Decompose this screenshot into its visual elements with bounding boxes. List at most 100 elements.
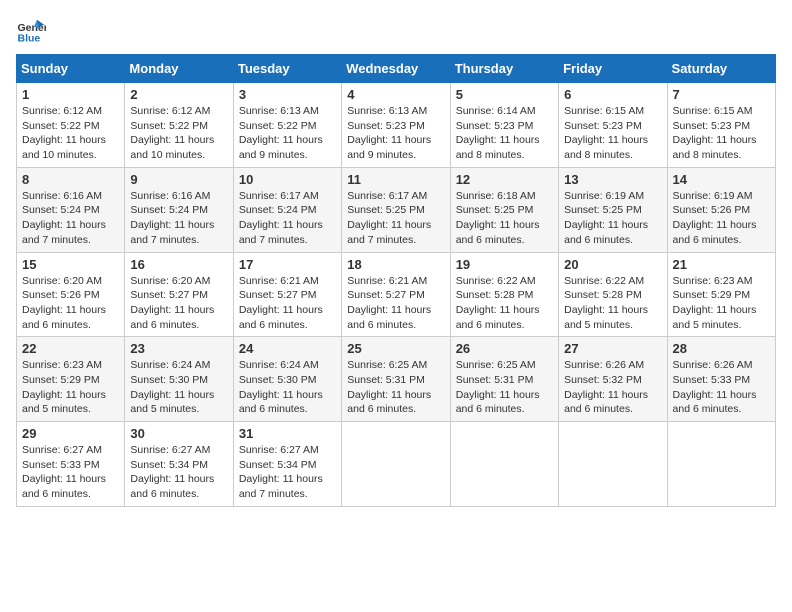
day-number: 4	[347, 87, 444, 102]
day-number: 1	[22, 87, 119, 102]
weekday-header-saturday: Saturday	[667, 55, 775, 83]
day-number: 31	[239, 426, 336, 441]
day-number: 23	[130, 341, 227, 356]
day-number: 19	[456, 257, 553, 272]
calendar-cell: 31 Sunrise: 6:27 AMSunset: 5:34 PMDayligh…	[233, 422, 341, 507]
calendar-cell: 14 Sunrise: 6:19 AMSunset: 5:26 PMDayligh…	[667, 167, 775, 252]
day-info: Sunrise: 6:19 AMSunset: 5:26 PMDaylight:…	[673, 189, 770, 248]
day-number: 28	[673, 341, 770, 356]
calendar-week-row: 22 Sunrise: 6:23 AMSunset: 5:29 PMDayligh…	[17, 337, 776, 422]
day-number: 3	[239, 87, 336, 102]
weekday-header-friday: Friday	[559, 55, 667, 83]
calendar-week-row: 29 Sunrise: 6:27 AMSunset: 5:33 PMDayligh…	[17, 422, 776, 507]
weekday-header-wednesday: Wednesday	[342, 55, 450, 83]
day-info: Sunrise: 6:16 AMSunset: 5:24 PMDaylight:…	[130, 189, 227, 248]
day-info: Sunrise: 6:12 AMSunset: 5:22 PMDaylight:…	[22, 104, 119, 163]
day-number: 22	[22, 341, 119, 356]
day-number: 24	[239, 341, 336, 356]
calendar-cell: 8 Sunrise: 6:16 AMSunset: 5:24 PMDaylight…	[17, 167, 125, 252]
calendar-cell: 20 Sunrise: 6:22 AMSunset: 5:28 PMDayligh…	[559, 252, 667, 337]
day-info: Sunrise: 6:25 AMSunset: 5:31 PMDaylight:…	[456, 358, 553, 417]
weekday-header-sunday: Sunday	[17, 55, 125, 83]
calendar-cell	[342, 422, 450, 507]
day-number: 29	[22, 426, 119, 441]
calendar-cell: 22 Sunrise: 6:23 AMSunset: 5:29 PMDayligh…	[17, 337, 125, 422]
calendar-cell: 10 Sunrise: 6:17 AMSunset: 5:24 PMDayligh…	[233, 167, 341, 252]
day-info: Sunrise: 6:16 AMSunset: 5:24 PMDaylight:…	[22, 189, 119, 248]
calendar-cell: 6Sunrise: 6:15 AMSunset: 5:23 PMDaylight…	[559, 83, 667, 168]
day-number: 30	[130, 426, 227, 441]
day-number: 12	[456, 172, 553, 187]
page-header: General Blue	[16, 16, 776, 46]
weekday-header-row: SundayMondayTuesdayWednesdayThursdayFrid…	[17, 55, 776, 83]
day-info: Sunrise: 6:21 AMSunset: 5:27 PMDaylight:…	[347, 274, 444, 333]
calendar-cell: 2Sunrise: 6:12 AMSunset: 5:22 PMDaylight…	[125, 83, 233, 168]
calendar-cell: 15 Sunrise: 6:20 AMSunset: 5:26 PMDayligh…	[17, 252, 125, 337]
day-number: 25	[347, 341, 444, 356]
day-info: Sunrise: 6:19 AMSunset: 5:25 PMDaylight:…	[564, 189, 661, 248]
weekday-header-thursday: Thursday	[450, 55, 558, 83]
day-number: 5	[456, 87, 553, 102]
day-number: 13	[564, 172, 661, 187]
day-info: Sunrise: 6:20 AMSunset: 5:26 PMDaylight:…	[22, 274, 119, 333]
day-number: 18	[347, 257, 444, 272]
calendar-cell: 17Sunrise: 6:21 AMSunset: 5:27 PMDayligh…	[233, 252, 341, 337]
day-number: 9	[130, 172, 227, 187]
calendar-cell: 24 Sunrise: 6:24 AMSunset: 5:30 PMDayligh…	[233, 337, 341, 422]
day-info: Sunrise: 6:23 AMSunset: 5:29 PMDaylight:…	[673, 274, 770, 333]
day-number: 2	[130, 87, 227, 102]
calendar-cell	[559, 422, 667, 507]
day-number: 8	[22, 172, 119, 187]
calendar-cell: 1 Sunrise: 6:12 AMSunset: 5:22 PMDaylight…	[17, 83, 125, 168]
calendar-cell: 21 Sunrise: 6:23 AMSunset: 5:29 PMDayligh…	[667, 252, 775, 337]
calendar-cell: 3 Sunrise: 6:13 AMSunset: 5:22 PMDaylight…	[233, 83, 341, 168]
day-info: Sunrise: 6:20 AMSunset: 5:27 PMDaylight:…	[130, 274, 227, 333]
day-number: 20	[564, 257, 661, 272]
day-info: Sunrise: 6:22 AMSunset: 5:28 PMDaylight:…	[564, 274, 661, 333]
calendar-cell	[667, 422, 775, 507]
logo: General Blue	[16, 16, 46, 46]
logo-icon: General Blue	[16, 16, 46, 46]
calendar-cell: 5 Sunrise: 6:14 AMSunset: 5:23 PMDaylight…	[450, 83, 558, 168]
day-info: Sunrise: 6:13 AMSunset: 5:23 PMDaylight:…	[347, 104, 444, 163]
day-info: Sunrise: 6:24 AMSunset: 5:30 PMDaylight:…	[130, 358, 227, 417]
calendar-cell: 19 Sunrise: 6:22 AMSunset: 5:28 PMDayligh…	[450, 252, 558, 337]
day-info: Sunrise: 6:22 AMSunset: 5:28 PMDaylight:…	[456, 274, 553, 333]
day-info: Sunrise: 6:25 AMSunset: 5:31 PMDaylight:…	[347, 358, 444, 417]
day-number: 7	[673, 87, 770, 102]
calendar-cell	[450, 422, 558, 507]
day-number: 11	[347, 172, 444, 187]
calendar-week-row: 8 Sunrise: 6:16 AMSunset: 5:24 PMDaylight…	[17, 167, 776, 252]
calendar-cell: 27 Sunrise: 6:26 AMSunset: 5:32 PMDayligh…	[559, 337, 667, 422]
day-number: 14	[673, 172, 770, 187]
calendar-cell: 29 Sunrise: 6:27 AMSunset: 5:33 PMDayligh…	[17, 422, 125, 507]
calendar-week-row: 1 Sunrise: 6:12 AMSunset: 5:22 PMDaylight…	[17, 83, 776, 168]
day-info: Sunrise: 6:26 AMSunset: 5:32 PMDaylight:…	[564, 358, 661, 417]
day-number: 10	[239, 172, 336, 187]
day-info: Sunrise: 6:26 AMSunset: 5:33 PMDaylight:…	[673, 358, 770, 417]
weekday-header-monday: Monday	[125, 55, 233, 83]
day-number: 6	[564, 87, 661, 102]
calendar-cell: 13 Sunrise: 6:19 AMSunset: 5:25 PMDayligh…	[559, 167, 667, 252]
day-info: Sunrise: 6:27 AMSunset: 5:33 PMDaylight:…	[22, 443, 119, 502]
calendar-cell: 7 Sunrise: 6:15 AMSunset: 5:23 PMDaylight…	[667, 83, 775, 168]
day-info: Sunrise: 6:13 AMSunset: 5:22 PMDaylight:…	[239, 104, 336, 163]
day-info: Sunrise: 6:14 AMSunset: 5:23 PMDaylight:…	[456, 104, 553, 163]
calendar-cell: 12Sunrise: 6:18 AMSunset: 5:25 PMDayligh…	[450, 167, 558, 252]
calendar-cell: 30Sunrise: 6:27 AMSunset: 5:34 PMDayligh…	[125, 422, 233, 507]
calendar-week-row: 15 Sunrise: 6:20 AMSunset: 5:26 PMDayligh…	[17, 252, 776, 337]
calendar-cell: 25 Sunrise: 6:25 AMSunset: 5:31 PMDayligh…	[342, 337, 450, 422]
day-info: Sunrise: 6:23 AMSunset: 5:29 PMDaylight:…	[22, 358, 119, 417]
calendar-cell: 16 Sunrise: 6:20 AMSunset: 5:27 PMDayligh…	[125, 252, 233, 337]
day-number: 27	[564, 341, 661, 356]
svg-text:Blue: Blue	[18, 33, 41, 45]
day-info: Sunrise: 6:17 AMSunset: 5:24 PMDaylight:…	[239, 189, 336, 248]
calendar-cell: 9 Sunrise: 6:16 AMSunset: 5:24 PMDaylight…	[125, 167, 233, 252]
day-number: 16	[130, 257, 227, 272]
day-info: Sunrise: 6:24 AMSunset: 5:30 PMDaylight:…	[239, 358, 336, 417]
day-number: 21	[673, 257, 770, 272]
day-info: Sunrise: 6:15 AMSunset: 5:23 PMDaylight:…	[673, 104, 770, 163]
day-number: 15	[22, 257, 119, 272]
day-info: Sunrise: 6:27 AMSunset: 5:34 PMDaylight:…	[239, 443, 336, 502]
calendar-cell: 4 Sunrise: 6:13 AMSunset: 5:23 PMDaylight…	[342, 83, 450, 168]
